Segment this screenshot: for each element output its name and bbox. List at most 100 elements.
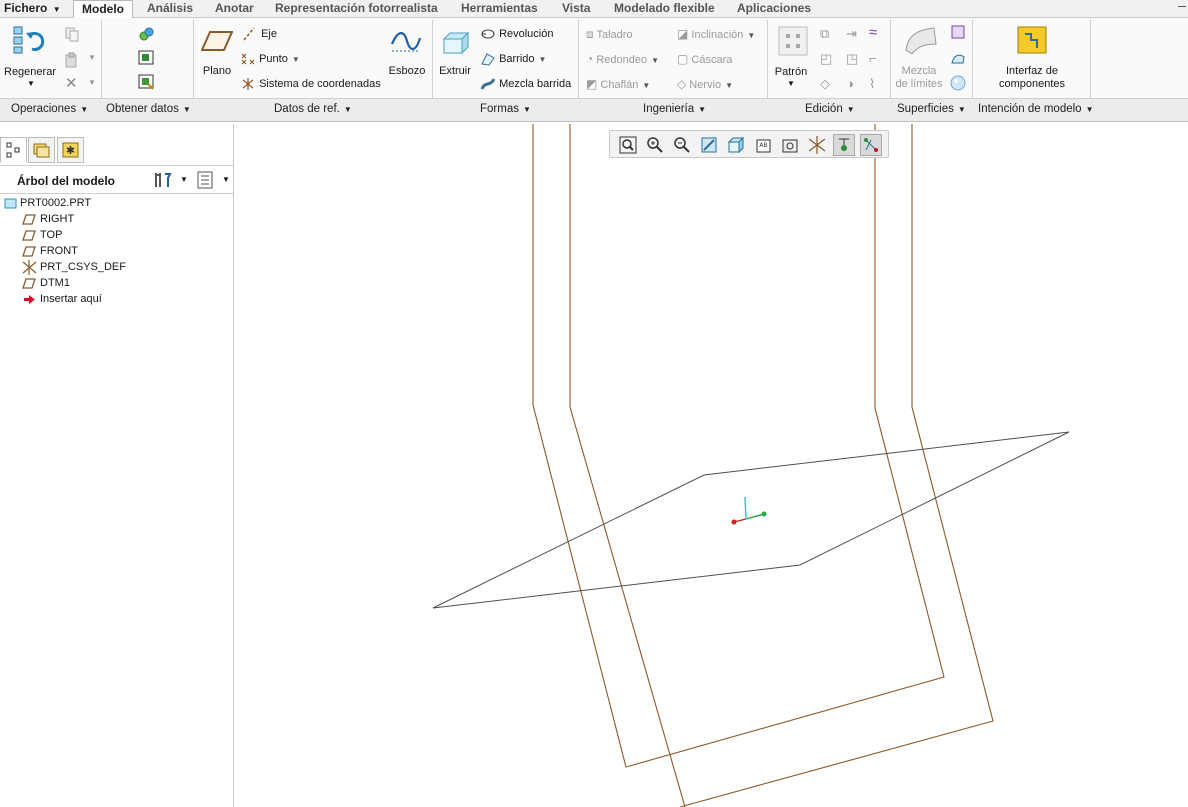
boundary-blend-label: de límites xyxy=(895,78,943,90)
close-icon[interactable]: – xyxy=(1178,0,1186,13)
repaint-button[interactable] xyxy=(698,134,720,156)
copy-geometry-icon[interactable] xyxy=(138,50,156,66)
tab-modelo[interactable]: Modelo xyxy=(73,0,133,19)
swept-blend-button[interactable]: Mezcla barrida xyxy=(480,77,571,91)
chevron-down-icon[interactable]: ▼ xyxy=(27,79,35,88)
group-formas[interactable]: Formas ▼ xyxy=(480,103,531,115)
extrude-button[interactable]: Extruir xyxy=(436,65,474,77)
group-operaciones[interactable]: Operaciones ▼ xyxy=(11,103,88,115)
spin-center-button[interactable] xyxy=(860,134,882,156)
merge-icon[interactable]: ◳ xyxy=(846,51,858,67)
round-icon: ◔ xyxy=(586,52,594,66)
annotation-display-button[interactable] xyxy=(833,134,855,156)
model-view-canvas[interactable] xyxy=(235,124,1188,807)
round-button[interactable]: ◔ Redondeo ▼ xyxy=(586,52,659,66)
part-icon xyxy=(4,198,17,209)
chevron-down-icon[interactable]: ▼ xyxy=(180,175,188,184)
plane-button[interactable]: Plano xyxy=(201,65,233,77)
group-label: Superficies xyxy=(897,103,954,115)
ribbon-group-bar: Operaciones ▼ Obtener datos ▼ Datos de ref… xyxy=(0,98,1188,122)
group-label: Intención de modelo xyxy=(978,103,1082,115)
freestyle-icon[interactable] xyxy=(950,75,966,94)
offset-icon[interactable]: ⌐ xyxy=(869,51,877,66)
group-datos-ref[interactable]: Datos de ref. ▼ xyxy=(274,103,352,115)
shell-button[interactable]: ▢ Cáscara xyxy=(677,52,732,66)
chevron-down-icon: ▼ xyxy=(1085,105,1094,114)
thicken-icon[interactable]: ◑ xyxy=(846,76,854,91)
group-intencion-modelo[interactable]: Intención de modelo ▼ xyxy=(978,103,1094,115)
shrinkwrap-icon[interactable] xyxy=(138,74,156,90)
project-icon[interactable]: ≈ xyxy=(869,24,877,41)
group-label: Operaciones xyxy=(11,103,77,115)
axis-button[interactable]: Eje xyxy=(242,27,277,41)
draft-icon: ◪ xyxy=(677,27,689,41)
extend-icon[interactable]: ⇥ xyxy=(846,26,857,42)
copy-icon[interactable] xyxy=(64,26,80,42)
csys-button[interactable]: Sistema de coordenadas xyxy=(240,77,381,91)
tab-favorites[interactable]: ✱ xyxy=(57,137,84,163)
display-style-button[interactable] xyxy=(725,134,747,156)
chevron-down-icon[interactable]: ▼ xyxy=(787,79,795,88)
sweep-icon xyxy=(481,53,495,66)
tab-anotar[interactable]: Anotar xyxy=(215,0,254,18)
sketch-plane-outline[interactable] xyxy=(432,431,1070,609)
tab-herramientas[interactable]: Herramientas xyxy=(461,0,538,18)
swept-blend-icon xyxy=(480,78,496,90)
group-obtener-datos[interactable]: Obtener datos ▼ xyxy=(106,103,191,115)
chevron-down-icon: ▼ xyxy=(651,56,660,65)
intersect-icon[interactable]: ◇ xyxy=(820,76,830,92)
zoom-in-button[interactable] xyxy=(644,134,666,156)
paste-icon[interactable] xyxy=(64,52,80,68)
tab-vista[interactable]: Vista xyxy=(562,0,590,18)
tab-representacion[interactable]: Representación fotorrealista xyxy=(275,0,438,18)
chevron-down-icon[interactable]: ▼ xyxy=(88,53,96,62)
datum-plane-outline-outer-right[interactable] xyxy=(679,124,994,807)
coordinate-system-icon xyxy=(242,78,254,90)
datum-display-button[interactable] xyxy=(806,134,828,156)
refit-button[interactable] xyxy=(617,134,639,156)
component-interface-button[interactable]: Interfaz de componentes xyxy=(994,65,1070,91)
zoom-fit-icon xyxy=(619,136,637,154)
trim-icon[interactable]: ◰ xyxy=(820,51,832,67)
chamfer-button[interactable]: ◩ Chaflán ▼ xyxy=(586,77,650,91)
mirror-icon[interactable]: ⧉ xyxy=(820,26,829,42)
fill-surface-icon[interactable] xyxy=(951,25,965,42)
group-ingenieria[interactable]: Ingeniería ▼ xyxy=(643,103,706,115)
user-defined-feature-icon[interactable] xyxy=(138,26,156,42)
group-edicion[interactable]: Edición ▼ xyxy=(805,103,855,115)
chevron-down-icon[interactable]: ▼ xyxy=(222,175,230,184)
tab-analisis[interactable]: Análisis xyxy=(147,0,193,18)
tab-model-tree[interactable] xyxy=(0,137,27,163)
delete-icon[interactable]: ✕ xyxy=(65,74,78,92)
group-label: Edición xyxy=(805,103,843,115)
model-tree-title: Árbol del modelo xyxy=(17,174,116,188)
boundary-blend-button[interactable]: Mezcla de límites xyxy=(894,65,944,91)
graphics-window[interactable] xyxy=(235,124,1188,807)
draft-button[interactable]: ◪ Inclinación ▼ xyxy=(677,27,755,41)
tab-folder-browser[interactable] xyxy=(28,137,55,163)
group-superficies[interactable]: Superficies ▼ xyxy=(897,103,966,115)
hole-button[interactable]: ⧈ Taladro xyxy=(586,27,633,42)
chevron-down-icon[interactable]: ▼ xyxy=(88,78,96,87)
sweep-button[interactable]: Barrido ▼ xyxy=(480,52,546,66)
datum-plane-outline-outer[interactable] xyxy=(569,124,686,807)
rib-button[interactable]: ◇ Nervio ▼ xyxy=(677,77,733,91)
pattern-button[interactable]: Patrón xyxy=(773,66,809,78)
revolve-button[interactable]: Revolución xyxy=(480,27,553,41)
regenerate-button[interactable]: Regenerar xyxy=(4,66,56,78)
view-manager-button[interactable] xyxy=(779,134,801,156)
tab-modelado-flexible[interactable]: Modelado flexible xyxy=(614,0,715,18)
point-button[interactable]: Punto ▼ xyxy=(240,52,300,66)
tree-item-label: FRONT xyxy=(40,245,78,257)
hole-label: Taladro xyxy=(596,29,633,41)
file-menu[interactable]: Fichero ▼ xyxy=(4,0,61,18)
settings-tools-icon[interactable] xyxy=(153,171,173,189)
tab-aplicaciones[interactable]: Aplicaciones xyxy=(737,0,811,18)
style-surface-icon[interactable] xyxy=(951,51,965,68)
sketch-button[interactable]: Esbozo xyxy=(386,65,428,77)
datum-plane-outline-inner[interactable] xyxy=(532,124,945,768)
show-options-icon[interactable] xyxy=(197,171,213,189)
solidify-icon[interactable]: ⌇ xyxy=(869,76,875,92)
saved-orientations-button[interactable]: AB xyxy=(752,134,774,156)
zoom-out-button[interactable] xyxy=(671,134,693,156)
